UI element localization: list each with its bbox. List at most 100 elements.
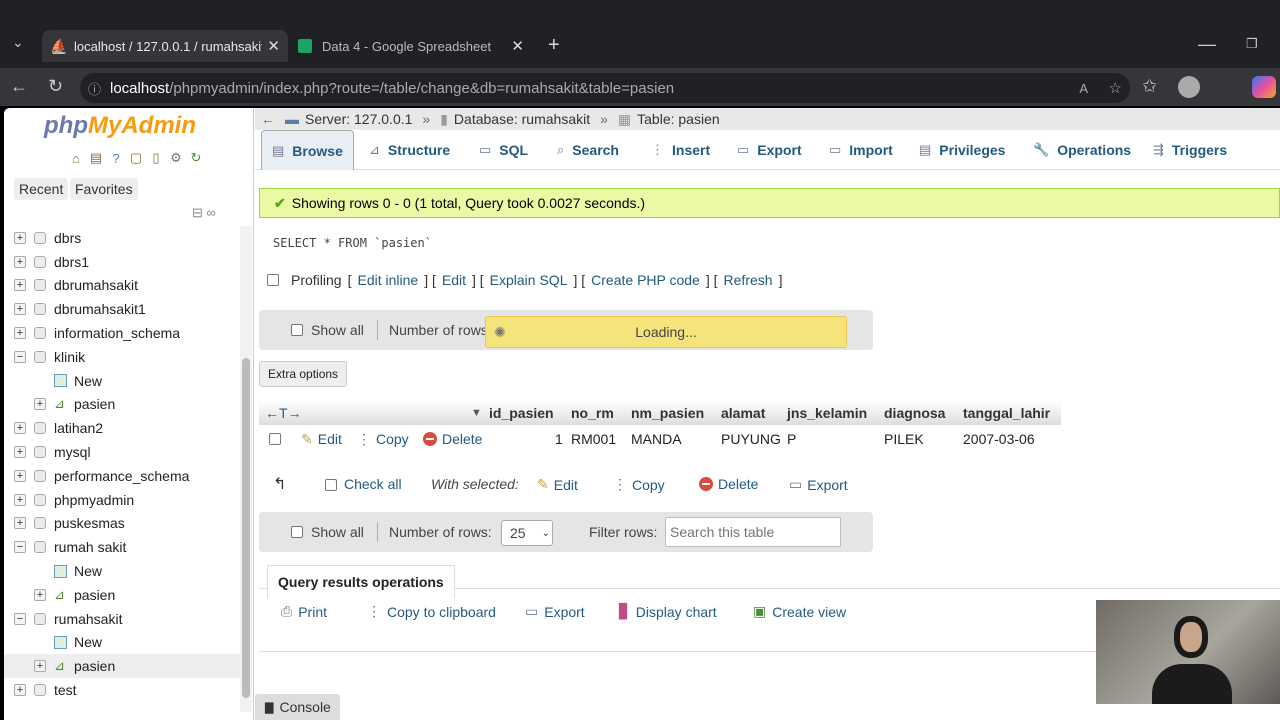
browser-tab-spreadsheet[interactable]: Data 4 - Google Spreadsheet ✕ [290,30,536,62]
breadcrumb-server[interactable]: Server: 127.0.0.1 [305,111,412,127]
tab-insert[interactable]: ⋮ Insert [641,130,720,169]
tree-item-performance_schema[interactable]: + performance_schema [4,464,240,488]
refresh-link[interactable]: Refresh [724,272,773,288]
expand-icon[interactable]: + [14,231,26,244]
print-button[interactable]: ⎙ Print [281,603,327,620]
expand-icon[interactable]: + [14,469,26,482]
tree-item-mysql[interactable]: + mysql [4,440,240,464]
show-all-top[interactable]: Show all [291,310,364,350]
tree-item-pasien[interactable]: + ⊿ pasien [4,654,240,679]
profile-avatar[interactable] [1178,76,1200,98]
tree-item-phpmyadmin[interactable]: + phpmyadmin [4,488,240,512]
tab-browse[interactable]: ▤ Browse [261,130,354,170]
tree-item-New[interactable]: New [4,559,240,583]
tree-item-rumahsakit[interactable]: − rumahsakit [4,607,240,631]
restore-icon[interactable]: ❐ [1246,36,1258,52]
edit-link[interactable]: Edit [442,272,466,288]
favorite-star-icon[interactable]: ☆ [1109,79,1122,97]
docs-icon[interactable]: ▢ [128,150,144,166]
collapse-icon[interactable]: − [14,612,26,625]
row-checkbox[interactable] [269,433,281,445]
show-all-bottom[interactable]: Show all [291,512,364,552]
bulk-copy-button[interactable]: ⋮ Copy [613,476,665,493]
copilot-icon[interactable] [1252,76,1276,98]
tree-item-dbrumahsakit[interactable]: + dbrumahsakit [4,274,240,298]
collapse-icon[interactable]: − [14,541,26,554]
display-chart-button[interactable]: ▊ Display chart [619,603,717,620]
expand-icon[interactable]: + [14,279,26,292]
read-aloud-icon[interactable]: A [1079,81,1088,96]
expand-icon[interactable]: + [14,517,26,530]
tree-item-dbrumahsakit1[interactable]: + dbrumahsakit1 [4,297,240,321]
minimize-icon[interactable]: — [1198,34,1216,55]
sidebar-scroll-thumb[interactable] [242,358,250,698]
edit-inline-link[interactable]: Edit inline [357,272,418,288]
expand-icon[interactable]: + [34,398,46,411]
expand-icon[interactable]: + [14,255,26,268]
home-icon[interactable]: ⌂ [68,150,84,166]
column-header-id_pasien[interactable]: id_pasien [489,401,554,425]
profiling-checkbox[interactable] [267,274,279,286]
expand-icon[interactable]: + [34,588,46,601]
tab-structure[interactable]: ⊿ Structure [359,130,460,169]
console-button[interactable]: ▇ Console [255,694,340,720]
column-header-nm_pasien[interactable]: nm_pasien [631,401,704,425]
tree-item-latihan2[interactable]: + latihan2 [4,416,240,440]
column-header-alamat[interactable]: alamat [721,401,765,425]
favorites-icon[interactable]: ✩ [1142,76,1157,97]
back-icon[interactable]: ← [10,76,28,97]
check-all-checkbox[interactable] [325,479,337,491]
export-button[interactable]: ▭ Export [525,603,585,620]
tree-item-klinik[interactable]: − klinik [4,345,240,369]
column-arrows-icon[interactable]: ←T→ [265,401,302,425]
collapse-arrow-icon[interactable]: ← [261,111,275,127]
create-view-button[interactable]: ▣ Create view [753,603,846,620]
tree-item-puskesmas[interactable]: + puskesmas [4,512,240,536]
tree-item-dbrs1[interactable]: + dbrs1 [4,250,240,274]
tree-item-information_schema[interactable]: + information_schema [4,321,240,345]
logout-icon[interactable]: ▤ [88,150,104,166]
row-edit-button[interactable]: ✎ Edit [301,425,342,453]
favorites-tab[interactable]: Favorites [70,178,138,200]
tree-item-pasien[interactable]: + ⊿ pasien [4,583,240,607]
close-tab-icon[interactable]: ✕ [267,37,280,55]
check-all-label[interactable]: Check all [344,476,402,492]
help-icon[interactable]: ? [108,150,124,166]
row-delete-button[interactable]: Delete [423,425,482,453]
sort-dropdown-icon[interactable]: ▼ [471,401,482,425]
tree-item-New[interactable]: New [4,369,240,393]
explain-sql-link[interactable]: Explain SQL [490,272,568,288]
breadcrumb-database[interactable]: Database: rumahsakit [454,111,590,127]
tab-triggers[interactable]: ⇶ Triggers [1143,130,1237,169]
breadcrumb-table[interactable]: Table: pasien [637,111,720,127]
tab-privileges[interactable]: ▤ Privileges [909,130,1015,169]
tree-item-dbrs[interactable]: + dbrs [4,226,240,250]
settings-gear-icon[interactable]: ⚙ [168,150,184,166]
expand-icon[interactable]: + [14,422,26,435]
column-header-diagnosa[interactable]: diagnosa [884,401,945,425]
expand-icon[interactable]: + [14,493,26,506]
create-php-code-link[interactable]: Create PHP code [591,272,700,288]
copy-to-clipboard-button[interactable]: ⋮ Copy to clipboard [367,603,496,620]
tree-item-pasien[interactable]: + ⊿ pasien [4,393,240,417]
docs-page-icon[interactable]: ▯ [148,150,164,166]
collapse-all-icon[interactable]: ⊟ [192,205,203,220]
column-header-tanggal_lahir[interactable]: tanggal_lahir [963,401,1050,425]
tab-search[interactable]: ⌕ Search [547,130,629,169]
bulk-edit-button[interactable]: ✎ Edit [537,476,578,493]
link-icon[interactable]: ∞ [207,205,216,220]
rows-per-page-select[interactable]: 25 ⌄ [501,520,553,546]
new-tab-icon[interactable]: + [548,34,560,57]
tree-item-test[interactable]: + test [4,678,240,702]
close-tab-icon[interactable]: ✕ [511,37,524,55]
expand-icon[interactable]: + [14,446,26,459]
row-copy-button[interactable]: ⋮ Copy [357,425,409,453]
collapse-icon[interactable]: − [14,350,26,363]
browser-tab-phpmyadmin[interactable]: ⛵ localhost / 127.0.0.1 / rumahsakit / .… [42,30,288,62]
reload-nav-icon[interactable]: ↻ [188,150,204,166]
expand-icon[interactable]: + [14,684,26,697]
bulk-delete-button[interactable]: Delete [699,476,758,492]
extra-options-button[interactable]: Extra options [259,361,348,387]
column-header-jns_kelamin[interactable]: jns_kelamin [787,401,867,425]
tree-item-New[interactable]: New [4,631,240,655]
